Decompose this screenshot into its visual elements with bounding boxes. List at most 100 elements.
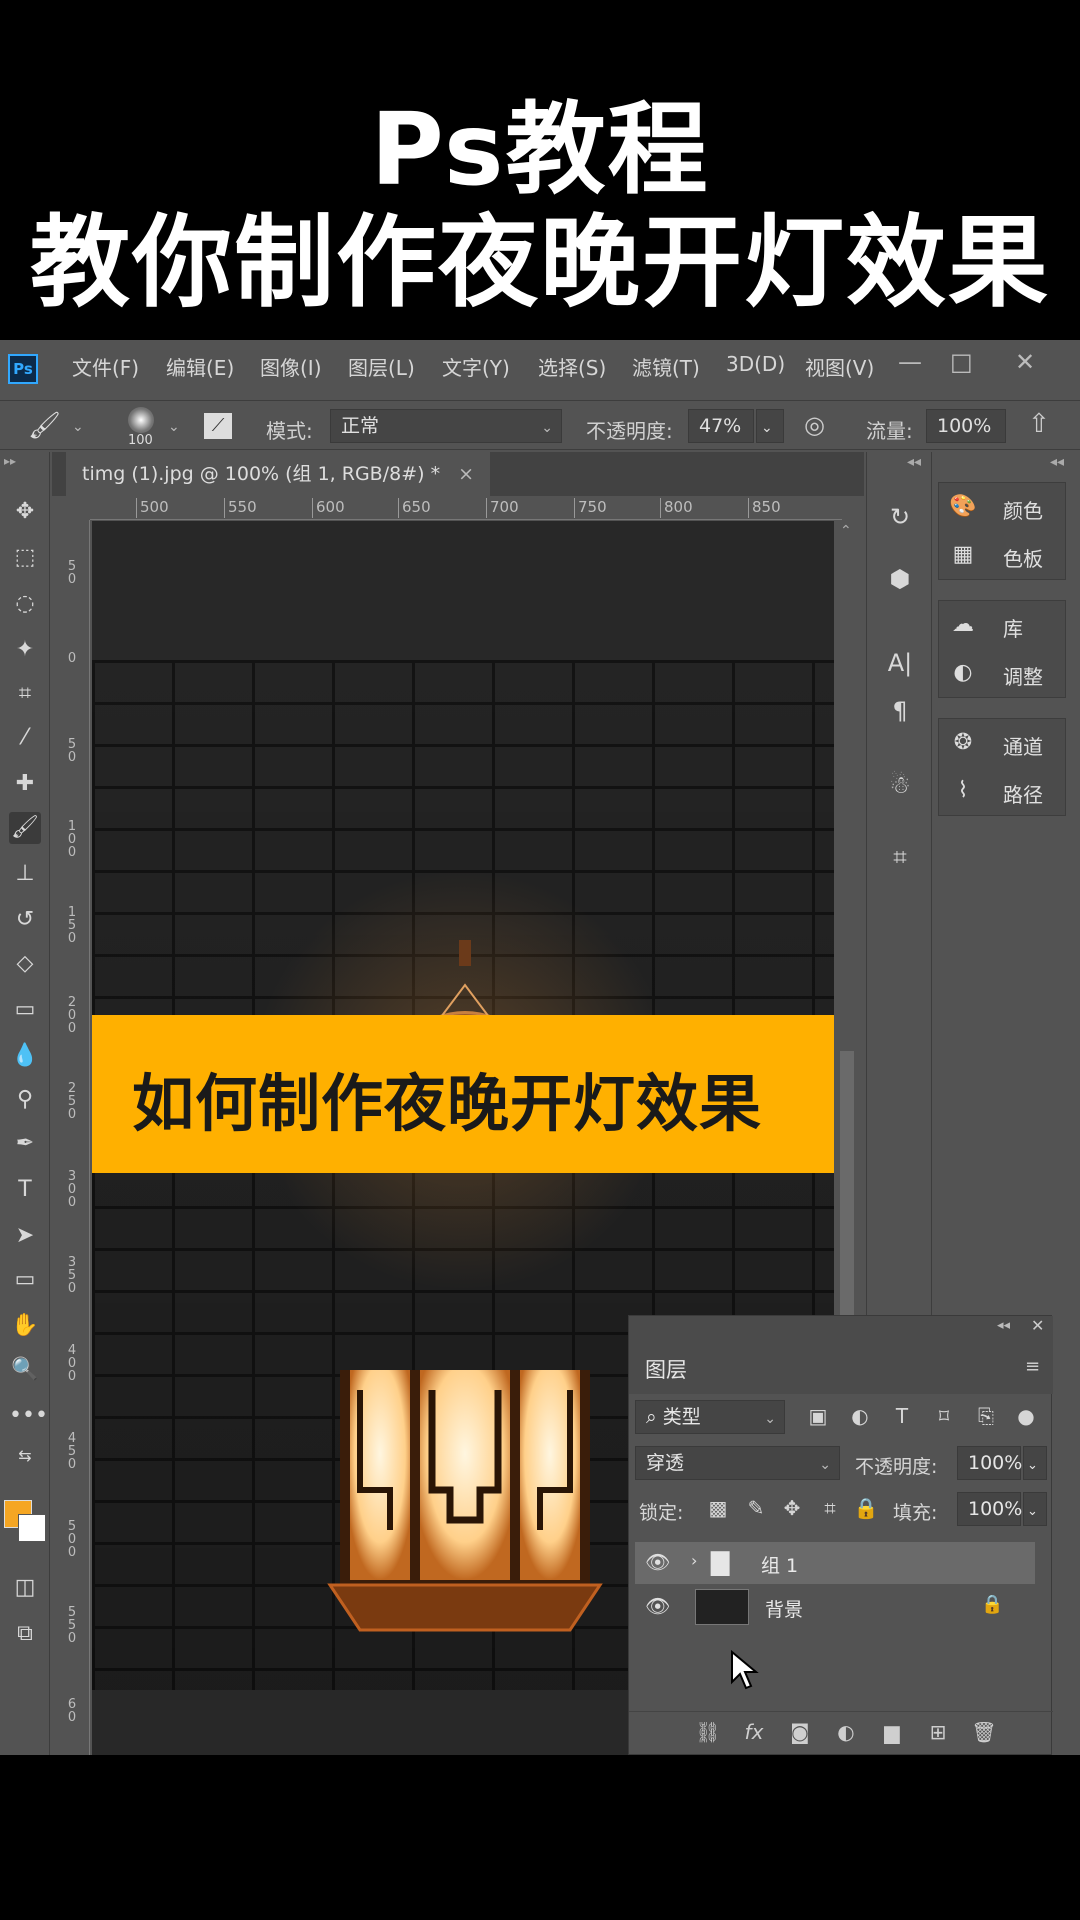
panel-color[interactable]: 🎨 颜色	[939, 483, 1065, 531]
3d-panel-icon[interactable]: ⬢	[883, 562, 917, 596]
layer-filter-select[interactable]: ⌕ 类型 ⌄	[635, 1400, 785, 1434]
marquee-tool-icon[interactable]: ⬚	[9, 542, 41, 574]
image-filter-icon[interactable]: ▣	[803, 1404, 833, 1428]
blur-tool-icon[interactable]: 💧	[9, 1040, 41, 1072]
collapse-arrows-icon[interactable]: ◂◂	[997, 1318, 1010, 1333]
pen-tool-icon[interactable]: ✒	[9, 1128, 41, 1160]
document-tab[interactable]: timg (1).jpg @ 100% (组 1, RGB/8#) * ×	[66, 452, 490, 496]
brush-panel-icon[interactable]: ⟋	[204, 413, 232, 439]
lock-position-icon[interactable]: ✥	[777, 1496, 807, 1520]
quick-mask-icon[interactable]: ◫	[9, 1572, 41, 1604]
brush-tool-icon[interactable]: 🖌	[9, 812, 41, 844]
visibility-eye-icon[interactable]: 👁	[645, 1594, 670, 1618]
stamp-tool-icon[interactable]: ⊥	[9, 858, 41, 890]
shape-filter-icon[interactable]: ⌑	[929, 1404, 959, 1428]
collapse-arrows-icon[interactable]: ◂◂	[1050, 454, 1064, 470]
fill-dropdown[interactable]: ⌄	[1023, 1492, 1047, 1526]
close-tab-icon[interactable]: ×	[458, 463, 474, 485]
panel-menu-icon[interactable]: ≡	[1025, 1356, 1040, 1377]
lock-all-icon[interactable]: 🔒	[851, 1496, 881, 1520]
menu-3d[interactable]: 3D(D)	[726, 352, 785, 376]
flow-input[interactable]: 100%	[926, 409, 1006, 443]
panel-swatches[interactable]: ▦ 色板	[939, 531, 1065, 579]
menu-file[interactable]: 文件(F)	[72, 352, 139, 381]
close-panel-icon[interactable]: ✕	[1031, 1316, 1044, 1335]
layers-tab[interactable]: 图层	[645, 1354, 687, 1384]
layer-row-background[interactable]: 👁 背景 🔒	[635, 1586, 1035, 1628]
menu-layer[interactable]: 图层(L)	[348, 352, 415, 381]
share-icon[interactable]: ⇧	[1028, 409, 1050, 439]
brush-tool-icon[interactable]: 🖌	[28, 411, 61, 441]
crop-panel-icon[interactable]: ⌗	[883, 840, 917, 874]
opacity-dropdown[interactable]: ⌄	[756, 409, 784, 443]
character-panel-icon[interactable]: A|	[883, 646, 917, 680]
swap-colors-icon[interactable]: ⇆	[9, 1440, 41, 1472]
menu-image[interactable]: 图像(I)	[260, 352, 322, 381]
mode-select[interactable]: 正常 ⌄	[330, 409, 562, 443]
panel-adjustments[interactable]: ◐ 调整	[939, 649, 1065, 697]
trash-icon[interactable]: 🗑	[969, 1720, 999, 1744]
paragraph-panel-icon[interactable]: ¶	[883, 694, 917, 728]
lock-artboard-icon[interactable]: ⌗	[815, 1496, 845, 1520]
rectangle-tool-icon[interactable]: ▭	[9, 1264, 41, 1296]
magic-wand-tool-icon[interactable]: ✦	[9, 634, 41, 666]
crop-tool-icon[interactable]: ⌗	[9, 678, 41, 710]
filter-toggle-icon[interactable]: ●	[1011, 1404, 1041, 1428]
expand-chevron-icon[interactable]: ›	[691, 1551, 697, 1570]
layer-mask-icon[interactable]: ◙	[785, 1720, 815, 1744]
lock-pixels-icon[interactable]: ✎	[741, 1496, 771, 1520]
layer-opacity-input[interactable]: 100%	[957, 1446, 1022, 1480]
minimize-button[interactable]: —	[898, 348, 922, 376]
history-panel-icon[interactable]: ↻	[883, 500, 917, 534]
menu-filter[interactable]: 滤镜(T)	[632, 352, 700, 381]
expand-arrows-icon[interactable]: ▸▸	[4, 454, 16, 468]
zoom-tool-icon[interactable]: 🔍	[9, 1354, 41, 1386]
move-tool-icon[interactable]: ✥	[9, 496, 41, 528]
healing-brush-tool-icon[interactable]: ✚	[9, 768, 41, 800]
hand-tool-icon[interactable]: ✋	[9, 1310, 41, 1342]
layer-row-group1[interactable]: 👁 › ▇ 组 1	[635, 1542, 1035, 1584]
path-selection-tool-icon[interactable]: ➤	[9, 1220, 41, 1252]
background-color-swatch[interactable]	[18, 1514, 46, 1542]
menu-select[interactable]: 选择(S)	[538, 352, 606, 381]
chevron-down-icon[interactable]: ⌄	[168, 419, 180, 435]
panel-channels[interactable]: ❂ 通道	[939, 719, 1065, 767]
panel-paths[interactable]: ⌇ 路径	[939, 767, 1065, 815]
blend-mode-select[interactable]: 穿透 ⌄	[635, 1446, 840, 1480]
type-tool-icon[interactable]: T	[9, 1174, 41, 1206]
visibility-eye-icon[interactable]: 👁	[645, 1550, 670, 1574]
menu-type[interactable]: 文字(Y)	[442, 352, 510, 381]
dodge-tool-icon[interactable]: ⚲	[9, 1084, 41, 1116]
lock-transparent-icon[interactable]: ▩	[703, 1496, 733, 1520]
collapse-arrows-icon[interactable]: ◂◂	[907, 454, 921, 470]
new-layer-icon[interactable]: ⊞	[923, 1720, 953, 1744]
scroll-up-icon[interactable]: ⌃	[840, 523, 852, 539]
maximize-button[interactable]: □	[950, 348, 973, 376]
gradient-tool-icon[interactable]: ▭	[9, 994, 41, 1026]
close-window-button[interactable]: ✕	[1015, 348, 1035, 376]
adjustment-filter-icon[interactable]: ◐	[845, 1404, 875, 1428]
type-filter-icon[interactable]: T	[887, 1404, 917, 1428]
new-group-icon[interactable]: ▆	[877, 1720, 907, 1744]
actions-panel-icon[interactable]: ☃	[883, 768, 917, 802]
fill-input[interactable]: 100%	[957, 1492, 1022, 1526]
eraser-tool-icon[interactable]: ◇	[9, 948, 41, 980]
screen-mode-icon[interactable]: ⧉	[9, 1618, 41, 1650]
layer-opacity-dropdown[interactable]: ⌄	[1023, 1446, 1047, 1480]
fx-icon[interactable]: fx	[739, 1720, 769, 1744]
pressure-opacity-icon[interactable]: ◎	[804, 411, 825, 439]
eyedropper-tool-icon[interactable]: ⁄	[9, 722, 41, 754]
brush-preview-icon[interactable]	[128, 407, 154, 433]
panel-library[interactable]: ☁ 库	[939, 601, 1065, 649]
adjustment-layer-icon[interactable]: ◐	[831, 1720, 861, 1744]
more-tools-icon[interactable]: •••	[9, 1400, 48, 1432]
smart-object-filter-icon[interactable]: ⎘	[971, 1404, 1001, 1428]
lasso-tool-icon[interactable]: ◌	[9, 588, 41, 620]
ruler-tick-label: 850	[748, 498, 781, 518]
history-brush-tool-icon[interactable]: ↺	[9, 904, 41, 936]
opacity-input[interactable]: 47%	[688, 409, 754, 443]
chevron-down-icon[interactable]: ⌄	[72, 419, 84, 435]
menu-edit[interactable]: 编辑(E)	[166, 352, 234, 381]
menu-view[interactable]: 视图(V)	[805, 352, 874, 381]
link-layers-icon[interactable]: ⛓	[693, 1720, 723, 1744]
